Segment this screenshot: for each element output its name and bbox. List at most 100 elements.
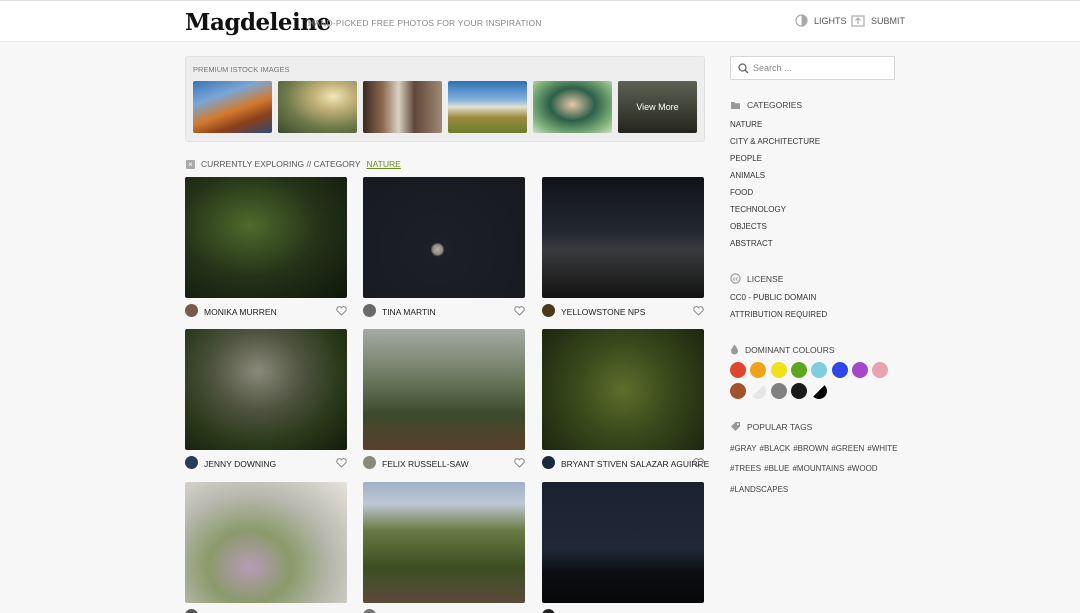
heart-icon[interactable]: [693, 306, 704, 316]
heart-icon[interactable]: [514, 306, 525, 316]
category-link[interactable]: FOOD: [730, 188, 753, 197]
tag-link[interactable]: #BLACK: [760, 444, 791, 453]
tag-link[interactable]: #GRAY: [730, 444, 757, 453]
license-link[interactable]: ATTRIBUTION REQUIRED: [730, 310, 827, 319]
svg-text:cc: cc: [733, 277, 739, 282]
category-link[interactable]: TECHNOLOGY: [730, 205, 786, 214]
site-tagline: HAND-PICKED FREE PHOTOS FOR YOUR INSPIRA…: [308, 18, 542, 28]
photo-thumbnail[interactable]: [542, 177, 704, 298]
exploring-prefix: CURRENTLY EXPLORING // CATEGORY: [201, 159, 361, 169]
photo-thumbnail[interactable]: [185, 482, 347, 603]
premium-thumb[interactable]: [363, 81, 442, 133]
photo-card: TINA MARTIN: [363, 177, 525, 324]
colour-swatch[interactable]: [770, 362, 787, 378]
colour-swatch[interactable]: [770, 383, 787, 399]
clear-filter-icon[interactable]: ×: [186, 159, 195, 169]
search-box: [730, 56, 895, 80]
avatar[interactable]: [363, 456, 376, 469]
tags-row: #LANDSCAPES: [730, 485, 791, 494]
site-header: Magdeleine HAND-PICKED FREE PHOTOS FOR Y…: [0, 0, 1080, 42]
category-link[interactable]: OBJECTS: [730, 222, 767, 231]
photo-card: [185, 482, 347, 613]
license-title: LICENSE: [747, 273, 784, 284]
photo-thumbnail[interactable]: [185, 329, 347, 450]
avatar[interactable]: [542, 304, 555, 317]
avatar[interactable]: [185, 304, 198, 317]
search-input[interactable]: [753, 60, 889, 76]
colour-swatch[interactable]: [730, 362, 746, 378]
submit-button[interactable]: SUBMIT: [851, 14, 905, 27]
avatar[interactable]: [542, 456, 555, 469]
colour-swatch[interactable]: [872, 362, 889, 378]
photo-author[interactable]: YELLOWSTONE NPS: [561, 307, 645, 317]
category-link[interactable]: PEOPLE: [730, 154, 762, 163]
photo-author[interactable]: FELIX RUSSELL-SAW: [382, 459, 469, 469]
avatar[interactable]: [185, 609, 198, 613]
heart-icon[interactable]: [514, 458, 525, 468]
tag-link[interactable]: #BLUE: [764, 464, 789, 473]
license-link[interactable]: CC0 - PUBLIC DOMAIN: [730, 293, 816, 302]
upload-icon: [851, 15, 865, 27]
colour-swatch[interactable]: [811, 362, 828, 378]
photo-thumbnail[interactable]: [542, 329, 704, 450]
photo-card: FELIX RUSSELL-SAW: [363, 329, 525, 476]
category-link[interactable]: NATURE: [730, 120, 762, 129]
category-link[interactable]: ABSTRACT: [730, 239, 773, 248]
tag-link[interactable]: #LANDSCAPES: [730, 485, 788, 494]
heart-icon[interactable]: [336, 458, 347, 468]
photo-thumbnail[interactable]: [363, 177, 525, 298]
colour-swatch[interactable]: [851, 362, 868, 378]
category-link[interactable]: ANIMALS: [730, 171, 765, 180]
colour-swatch[interactable]: [750, 362, 767, 378]
photo-thumbnail[interactable]: [542, 482, 704, 603]
heart-icon[interactable]: [693, 458, 704, 468]
premium-istock-strip: PREMIUM ISTOCK IMAGES View More: [185, 56, 705, 142]
view-more-label: View More: [636, 102, 679, 112]
photo-author[interactable]: MONIKA MURREN: [204, 307, 277, 317]
avatar[interactable]: [185, 456, 198, 469]
premium-thumb[interactable]: [533, 81, 612, 133]
license-heading: cc LICENSE: [730, 273, 783, 284]
premium-label: PREMIUM ISTOCK IMAGES: [193, 65, 290, 74]
photo-thumbnail[interactable]: [363, 482, 525, 603]
colour-swatch[interactable]: [790, 362, 807, 378]
colour-swatch[interactable]: [750, 383, 767, 399]
tags-row: #GRAY #BLACK #BROWN #GREEN #WHITE: [730, 444, 900, 453]
premium-thumb[interactable]: [193, 81, 272, 133]
colour-swatch[interactable]: [831, 362, 848, 378]
photo-author[interactable]: JENNY DOWNING: [204, 459, 276, 469]
tag-link[interactable]: #TREES: [730, 464, 761, 473]
submit-label: SUBMIT: [871, 15, 906, 26]
tag-link[interactable]: #WOOD: [847, 464, 877, 473]
photo-card: [542, 482, 704, 613]
avatar[interactable]: [363, 609, 376, 613]
photo-author[interactable]: BRYANT STIVEN SALAZAR AGUIRRE: [561, 459, 709, 469]
current-category-link[interactable]: NATURE: [367, 159, 401, 169]
photo-card: [363, 482, 525, 613]
dominant-colours-title: DOMINANT COLOURS: [745, 344, 835, 355]
current-category-bar: × CURRENTLY EXPLORING // CATEGORY NATURE: [186, 159, 401, 169]
avatar[interactable]: [542, 609, 555, 613]
avatar[interactable]: [363, 304, 376, 317]
colour-swatch[interactable]: [811, 383, 828, 399]
tag-link[interactable]: #MOUNTAINS: [792, 464, 844, 473]
lights-icon: [795, 14, 808, 27]
tag-link[interactable]: #GREEN: [831, 444, 864, 453]
category-link[interactable]: CITY & ARCHITECTURE: [730, 137, 820, 146]
colour-swatch[interactable]: [730, 383, 746, 399]
premium-thumb[interactable]: [278, 81, 357, 133]
categories-heading: CATEGORIES: [730, 100, 802, 110]
premium-thumb[interactable]: [448, 81, 527, 133]
photo-thumbnail[interactable]: [363, 329, 525, 450]
view-more-button[interactable]: View More: [618, 81, 697, 133]
photo-thumbnail[interactable]: [185, 177, 347, 298]
photo-card: BRYANT STIVEN SALAZAR AGUIRRE: [542, 329, 709, 476]
tag-link[interactable]: #BROWN: [793, 444, 828, 453]
dominant-colours-heading: DOMINANT COLOURS: [730, 344, 835, 355]
heart-icon[interactable]: [336, 306, 347, 316]
lights-toggle-button[interactable]: LIGHTS: [795, 14, 847, 27]
photo-author[interactable]: TINA MARTIN: [382, 307, 436, 317]
colour-swatch[interactable]: [790, 383, 807, 399]
tag-link[interactable]: #WHITE: [867, 444, 897, 453]
cc-icon: cc: [730, 273, 741, 284]
